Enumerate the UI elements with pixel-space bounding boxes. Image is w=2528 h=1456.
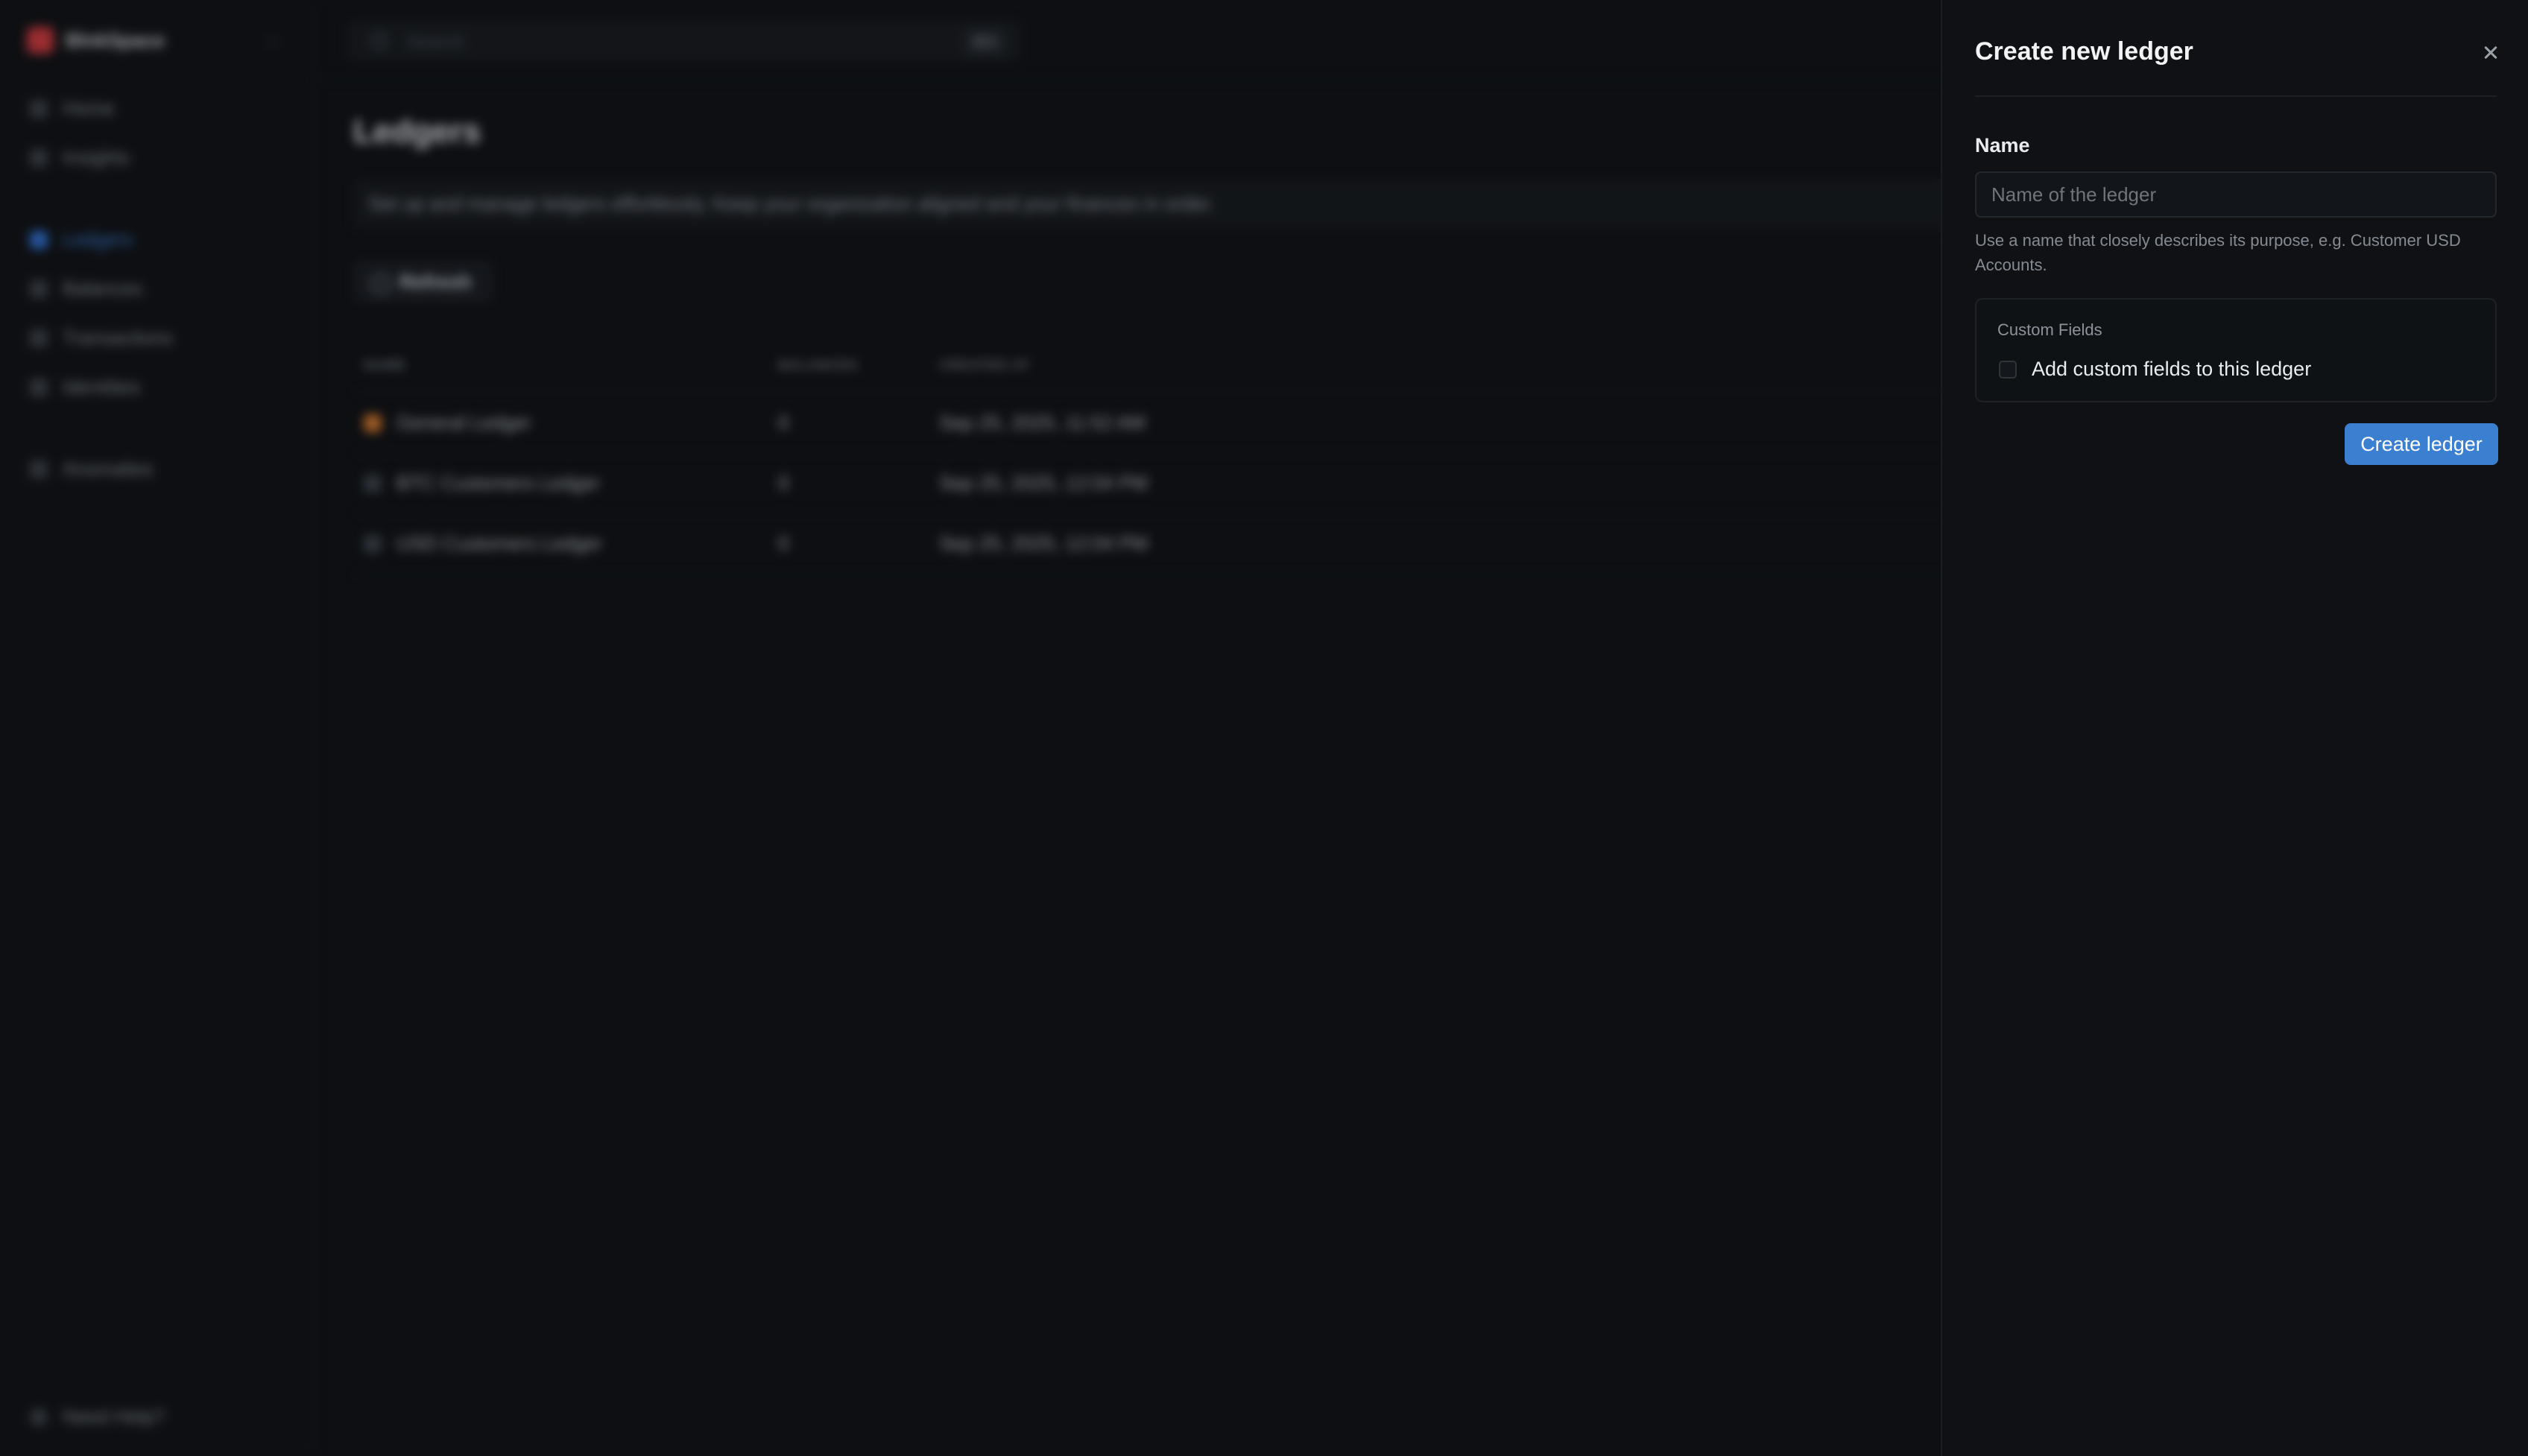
ledgers-table: NAME BALANCES CREATED AT General Ledger … xyxy=(353,343,1948,575)
ledger-balances: 0 xyxy=(778,411,789,434)
ledger-created-at: Sep 25, 2025, 12:04 PM xyxy=(939,532,1148,554)
workspace-switcher[interactable]: BlnkSpace xyxy=(27,27,165,54)
custom-fields-checkbox[interactable] xyxy=(1999,361,2017,379)
page-title: Ledgers xyxy=(353,113,481,150)
workspace-logo-icon xyxy=(27,27,54,54)
sidebar-item-ledgers[interactable]: Ledgers xyxy=(30,228,133,251)
description-text: Set up and manage ledgers effortlessly. … xyxy=(368,192,1215,215)
table-row[interactable]: USD Customers Ledger 0 Sep 25, 2025, 12:… xyxy=(353,514,1948,575)
ledger-icon xyxy=(364,414,382,432)
create-ledger-button[interactable]: Create ledger xyxy=(2345,423,2498,465)
sidebar: BlnkSpace ‹ Home Insights Ledgers Balanc… xyxy=(0,0,316,1456)
anomalies-icon xyxy=(30,460,48,478)
sidebar-item-label: Transactions xyxy=(63,326,173,349)
sidebar-item-label: Balances xyxy=(63,277,142,300)
ledger-balances: 0 xyxy=(778,472,789,494)
table-header-row: NAME BALANCES CREATED AT xyxy=(353,343,1948,393)
column-header-balances[interactable]: BALANCES xyxy=(778,358,859,373)
search-placeholder: Search xyxy=(407,32,464,52)
sidebar-item-insights[interactable]: Insights xyxy=(30,146,130,169)
help-label: Need Help? xyxy=(63,1405,165,1428)
app-root: BlnkSpace ‹ Home Insights Ledgers Balanc… xyxy=(0,0,2528,1456)
refresh-button[interactable]: Refresh xyxy=(353,261,493,303)
insights-icon xyxy=(30,148,48,167)
custom-fields-checkbox-label[interactable]: Add custom fields to this ledger xyxy=(2032,358,2311,381)
name-field-hint: Use a name that closely describes its pu… xyxy=(1975,231,2461,274)
ledger-icon xyxy=(364,535,382,553)
search-icon xyxy=(371,33,388,49)
ledger-name-input[interactable] xyxy=(1975,171,2497,218)
help-link[interactable]: Need Help? xyxy=(30,1405,165,1428)
sidebar-item-identities[interactable]: Identities xyxy=(30,376,140,399)
ledger-icon xyxy=(30,230,48,249)
sidebar-item-home[interactable]: Home xyxy=(30,97,114,120)
sidebar-item-transactions[interactable]: Transactions xyxy=(30,326,173,349)
page-description: Set up and manage ledgers effortlessly. … xyxy=(353,179,1948,228)
name-field-label: Name xyxy=(1975,134,2030,156)
custom-fields-section: Custom Fields Add custom fields to this … xyxy=(1975,298,2497,402)
ledger-name: USD Customers Ledger xyxy=(396,532,602,554)
ledger-name: General Ledger xyxy=(396,411,531,434)
table-row[interactable]: BTC Customers Ledger 0 Sep 25, 2025, 12:… xyxy=(353,454,1948,514)
home-icon xyxy=(30,99,48,118)
create-ledger-drawer: Create new ledger Name Use a name that c… xyxy=(1941,0,2528,1456)
sidebar-item-label: Anomalies xyxy=(63,458,154,480)
sidebar-item-anomalies[interactable]: Anomalies xyxy=(30,458,153,481)
transactions-icon xyxy=(30,329,48,347)
ledger-created-at: Sep 25, 2025, 11:52 AM xyxy=(939,411,1146,434)
table-row[interactable]: General Ledger 0 Sep 25, 2025, 11:52 AM xyxy=(353,393,1948,454)
sidebar-item-label: Ledgers xyxy=(63,228,133,250)
search-shortcut-badge: ⌘K xyxy=(964,30,1005,54)
sidebar-item-label: Insights xyxy=(63,146,130,168)
ledger-icon xyxy=(364,475,382,493)
ledger-name: BTC Customers Ledger xyxy=(396,472,601,494)
drawer-title: Create new ledger xyxy=(1975,37,2193,66)
identities-icon xyxy=(30,378,48,396)
drawer-divider xyxy=(1975,95,2497,97)
search-input[interactable]: Search ⌘K xyxy=(347,21,1021,61)
help-icon xyxy=(30,1408,48,1426)
workspace-name: BlnkSpace xyxy=(66,28,165,51)
sidebar-item-balances[interactable]: Balances xyxy=(30,277,142,300)
chevron-left-icon[interactable]: ‹ xyxy=(270,31,275,51)
balances-icon xyxy=(30,279,48,298)
ledger-created-at: Sep 25, 2025, 12:04 PM xyxy=(939,472,1148,494)
ledger-balances: 0 xyxy=(778,532,789,554)
custom-fields-title: Custom Fields xyxy=(1997,320,2102,339)
close-icon[interactable] xyxy=(2476,37,2506,67)
sidebar-item-label: Home xyxy=(63,97,115,119)
sidebar-item-label: Identities xyxy=(63,376,141,398)
column-header-name[interactable]: NAME xyxy=(364,358,406,373)
column-header-created-at[interactable]: CREATED AT xyxy=(939,358,1031,373)
